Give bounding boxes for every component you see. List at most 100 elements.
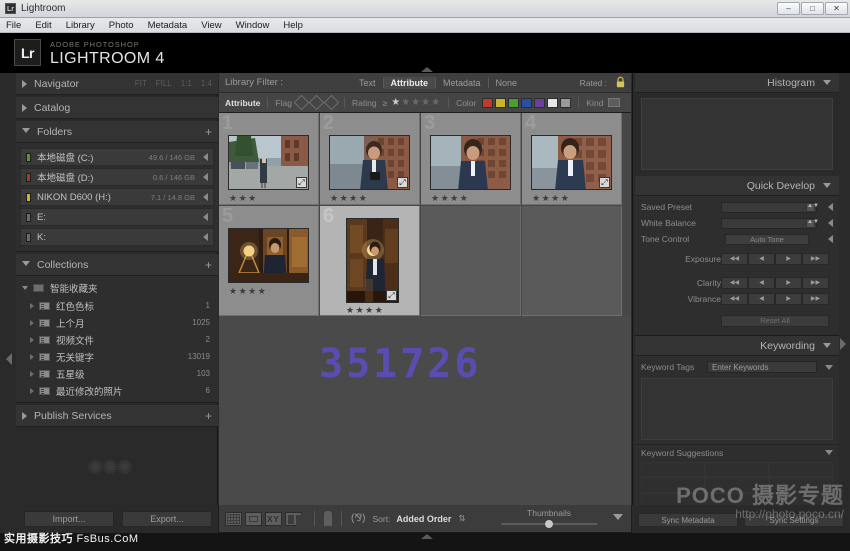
add-folder-icon[interactable]: + bbox=[205, 126, 212, 138]
thumbnail-image[interactable]: ⤢ bbox=[346, 218, 399, 303]
vibrance-decrease[interactable]: ◀ bbox=[748, 293, 775, 305]
chevron-right-icon[interactable] bbox=[203, 213, 208, 221]
folder-item[interactable]: K: bbox=[20, 228, 214, 246]
exposure-increase[interactable]: ▶ bbox=[775, 253, 802, 265]
thumbnail-image[interactable]: ⤢ bbox=[228, 135, 309, 190]
grid-cell-selected[interactable]: 6 ⤢ bbox=[320, 206, 420, 316]
rating-operator[interactable]: ≥ bbox=[383, 98, 388, 108]
keyword-list-box[interactable] bbox=[641, 378, 833, 440]
maximize-button[interactable]: □ bbox=[801, 2, 824, 15]
collection-item[interactable]: 红色色标 1 bbox=[16, 297, 218, 314]
white-balance-select[interactable]: ▲▼ bbox=[721, 218, 817, 229]
panel-catalog-header[interactable]: Catalog bbox=[16, 97, 218, 119]
thumbnail-image[interactable]: ⤢ bbox=[329, 135, 410, 190]
histogram-canvas[interactable] bbox=[641, 98, 833, 170]
filter-tab-none[interactable]: None bbox=[489, 77, 525, 89]
color-swatch-purple[interactable] bbox=[534, 98, 545, 108]
rating-star-5-icon[interactable]: ★ bbox=[431, 97, 441, 108]
grid-cell[interactable]: 2 bbox=[320, 113, 420, 205]
menu-item-view[interactable]: View bbox=[201, 20, 221, 31]
import-button[interactable]: Import... bbox=[24, 511, 114, 527]
keyword-suggestion-slot[interactable] bbox=[705, 462, 769, 477]
thumbnail-image[interactable] bbox=[228, 228, 309, 283]
color-swatch-red[interactable] bbox=[482, 98, 493, 108]
menu-item-file[interactable]: File bbox=[6, 20, 21, 31]
menu-item-photo[interactable]: Photo bbox=[109, 20, 134, 31]
menu-item-window[interactable]: Window bbox=[236, 20, 270, 31]
saved-preset-select[interactable]: ▲▼ bbox=[721, 202, 817, 213]
rating-star-2-icon[interactable]: ★ bbox=[401, 97, 411, 108]
grid-cell[interactable]: 4 bbox=[522, 113, 622, 205]
survey-view-icon[interactable] bbox=[285, 512, 302, 526]
thumbnail-image[interactable] bbox=[430, 135, 511, 190]
folder-item[interactable]: E: bbox=[20, 208, 214, 226]
collection-item[interactable]: 无关键字 13019 bbox=[16, 348, 218, 365]
grid-cell-empty[interactable] bbox=[421, 206, 521, 316]
collection-group[interactable]: 智能收藏夹 bbox=[16, 279, 218, 297]
menu-item-library[interactable]: Library bbox=[66, 20, 95, 31]
vibrance-increase-large[interactable]: ▶▶ bbox=[802, 293, 829, 305]
cell-rating[interactable]: ★★★★ bbox=[330, 193, 368, 204]
add-collection-icon[interactable]: + bbox=[205, 259, 212, 271]
keyword-suggestion-slot[interactable] bbox=[769, 462, 833, 477]
zoom-1-1[interactable]: 1:1 bbox=[181, 79, 192, 88]
grid-cell[interactable]: 5 ★★★★ bbox=[219, 206, 319, 316]
vibrance-decrease-large[interactable]: ◀◀ bbox=[721, 293, 748, 305]
exposure-decrease-large[interactable]: ◀◀ bbox=[721, 253, 748, 265]
flag-reject-icon[interactable] bbox=[324, 95, 340, 111]
cell-rating[interactable]: ★★★★ bbox=[346, 305, 384, 316]
chevron-right-icon[interactable] bbox=[828, 219, 833, 227]
panel-keywording-header[interactable]: Keywording bbox=[635, 336, 839, 356]
exposure-stepper[interactable]: ◀◀ ◀ ▶ ▶▶ bbox=[721, 253, 829, 265]
chevron-right-icon[interactable] bbox=[203, 193, 208, 201]
cell-rating[interactable]: ★★★★ bbox=[431, 193, 469, 204]
folder-item[interactable]: 本地磁盘 (C:) 49.6 / 146 GB bbox=[20, 148, 214, 166]
right-panel-toggle-icon[interactable] bbox=[840, 338, 846, 350]
sort-direction-icon[interactable]: ⇅ bbox=[458, 513, 465, 524]
zoom-fill[interactable]: FILL bbox=[156, 79, 172, 88]
cell-rating[interactable]: ★★★ bbox=[229, 193, 258, 204]
color-swatch-yellow[interactable] bbox=[495, 98, 506, 108]
lock-icon[interactable] bbox=[615, 76, 626, 88]
keyword-suggestions-header[interactable]: Keyword Suggestions bbox=[635, 444, 839, 460]
flag-unflagged-icon[interactable] bbox=[309, 95, 325, 111]
color-swatch-white[interactable] bbox=[547, 98, 558, 108]
chevron-right-icon[interactable] bbox=[828, 203, 833, 211]
photo-badge-icon[interactable]: ⤢ bbox=[599, 177, 610, 188]
cell-rating[interactable]: ★★★★ bbox=[229, 286, 267, 297]
thumbnail-size-slider[interactable]: Thumbnails bbox=[501, 508, 597, 525]
exposure-increase-large[interactable]: ▶▶ bbox=[802, 253, 829, 265]
grid-cell-empty[interactable] bbox=[522, 206, 622, 316]
filmstrip-expand-icon[interactable] bbox=[421, 534, 433, 539]
sort-value[interactable]: Added Order bbox=[396, 514, 451, 524]
clarity-decrease[interactable]: ◀ bbox=[748, 277, 775, 289]
folder-item[interactable]: NIKON D600 (H:) 7.1 / 14.8 GB bbox=[20, 188, 214, 206]
menu-item-help[interactable]: Help bbox=[283, 20, 303, 31]
rating-star-4-icon[interactable]: ★ bbox=[421, 97, 431, 108]
toolbar-options-icon[interactable] bbox=[613, 514, 623, 520]
filter-tab-metadata[interactable]: Metadata bbox=[436, 77, 488, 89]
chevron-right-icon[interactable] bbox=[203, 173, 208, 181]
color-swatch-gray[interactable] bbox=[560, 98, 571, 108]
rating-star-3-icon[interactable]: ★ bbox=[411, 97, 421, 108]
compare-view-icon[interactable]: XY bbox=[265, 512, 282, 526]
filter-tab-attribute[interactable]: Attribute bbox=[384, 77, 436, 89]
collection-item[interactable]: 上个月 1025 bbox=[16, 314, 218, 331]
thumbnail-image[interactable]: ⤢ bbox=[531, 135, 612, 190]
chevron-right-icon[interactable] bbox=[828, 235, 833, 243]
folder-item[interactable]: 本地磁盘 (D:) 0.6 / 146 GB bbox=[20, 168, 214, 186]
panel-publish-services-header[interactable]: Publish Services + bbox=[16, 405, 218, 427]
panel-histogram-header[interactable]: Histogram bbox=[635, 73, 839, 93]
left-panel-toggle-icon[interactable] bbox=[6, 353, 12, 365]
flag-pick-icon[interactable] bbox=[294, 95, 310, 111]
collection-item[interactable]: 最近修改的照片 6 bbox=[16, 382, 218, 399]
zoom-1-4[interactable]: 1:4 bbox=[201, 79, 212, 88]
add-publish-service-icon[interactable]: + bbox=[205, 410, 212, 422]
collection-item[interactable]: 五星级 103 bbox=[16, 365, 218, 382]
panel-folders-header[interactable]: Folders + bbox=[16, 121, 218, 143]
chevron-down-icon[interactable] bbox=[825, 365, 833, 370]
panel-navigator-header[interactable]: Navigator FIT FILL 1:1 1:4 bbox=[16, 73, 218, 95]
loupe-view-icon[interactable] bbox=[245, 512, 262, 526]
filter-tab-text[interactable]: Text bbox=[352, 77, 383, 89]
reset-all-button[interactable]: Reset All bbox=[721, 315, 829, 327]
